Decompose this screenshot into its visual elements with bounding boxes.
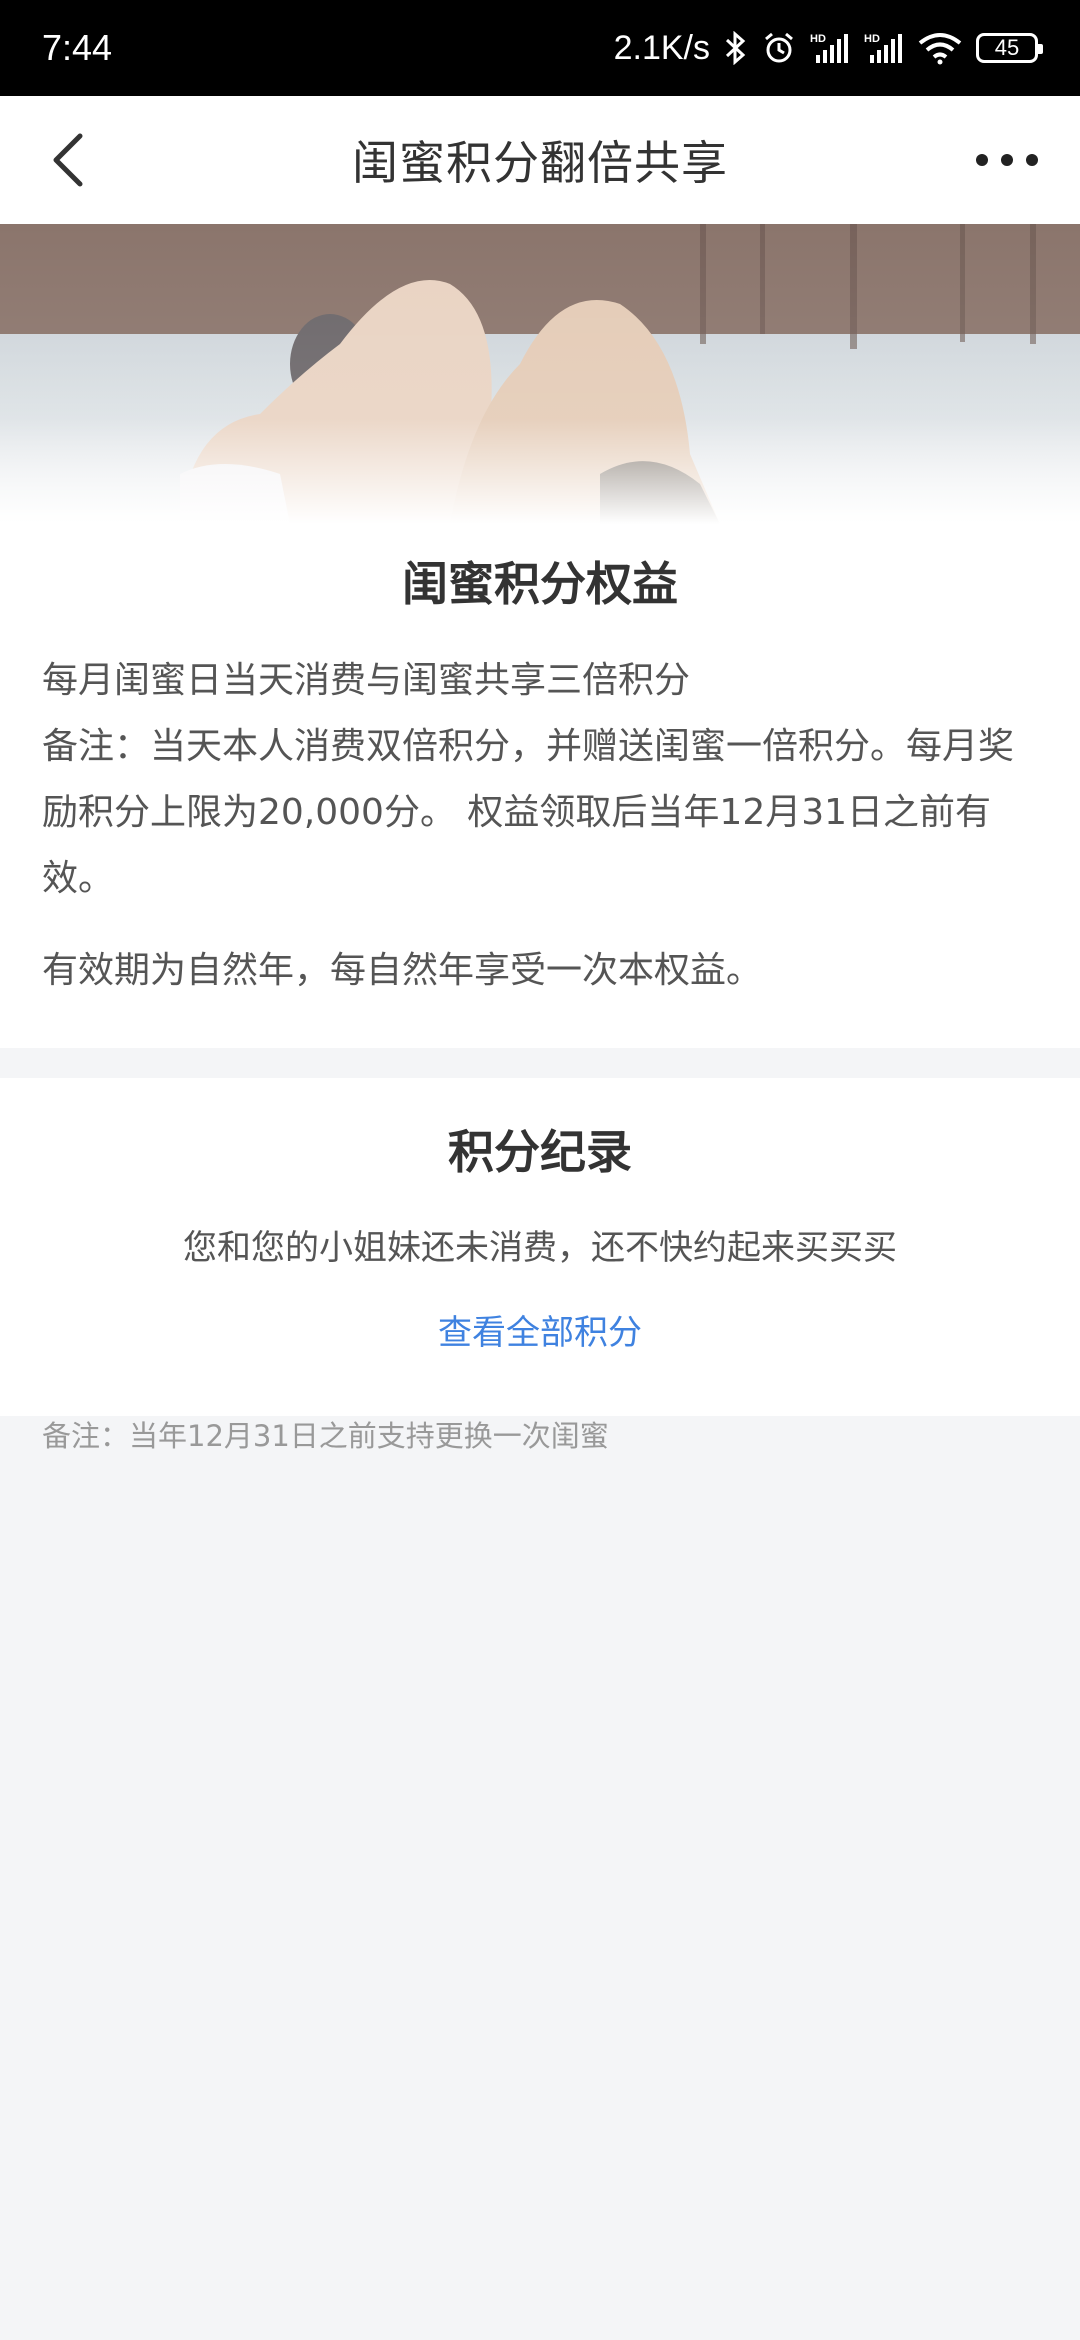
records-empty-text: 您和您的小姐妹还未消费，还不快约起来买买买 (183, 1228, 897, 1268)
benefit-description: 每月闺蜜日当天消费与闺蜜共享三倍积分 备注：当天本人消费双倍积分，并赠送闺蜜一倍… (42, 648, 1038, 912)
section-divider (0, 1048, 1080, 1078)
nav-bar: 闺蜜积分翻倍共享 (0, 96, 1080, 224)
status-bar: 7:44 2.1K/s HD HD 45 (0, 0, 1080, 96)
signal-hd-icon: HD (810, 31, 850, 65)
network-speed: 2.1K/s (613, 28, 710, 67)
benefit-validity: 有效期为自然年，每自然年享受一次本权益。 (42, 950, 763, 991)
chevron-left-icon[interactable] (40, 128, 100, 192)
benefits-card: 闺蜜积分权益 每月闺蜜日当天消费与闺蜜共享三倍积分 备注：当天本人消费双倍积分，… (0, 524, 1080, 1048)
hero-banner-image (0, 224, 1080, 524)
svg-text:HD: HD (864, 33, 880, 45)
svg-text:HD: HD (810, 33, 826, 45)
view-all-points-link[interactable]: 查看全部积分 (42, 1305, 1038, 1354)
records-title: 积分纪录 (448, 1125, 632, 1179)
alarm-icon (762, 31, 796, 65)
battery-icon: 45 (976, 33, 1043, 63)
benefit-line-1: 每月闺蜜日当天消费与闺蜜共享三倍积分 (42, 660, 691, 701)
wifi-icon (918, 31, 962, 65)
footer-note: 备注：当年12月31日之前支持更换一次闺蜜 (42, 1419, 609, 1453)
signal-hd-icon: HD (864, 31, 904, 65)
benefit-line-2: 备注：当天本人消费双倍积分，并赠送闺蜜一倍积分。每月奖励积分上限为20,000分… (42, 726, 1015, 899)
page-title: 闺蜜积分翻倍共享 (352, 136, 728, 190)
benefits-title: 闺蜜积分权益 (402, 557, 678, 611)
more-horizontal-icon[interactable] (974, 150, 1040, 170)
bluetooth-icon (724, 31, 748, 65)
status-time: 7:44 (42, 27, 113, 68)
status-icons: 2.1K/s HD HD 45 (613, 28, 1043, 68)
records-card: 积分纪录 您和您的小姐妹还未消费，还不快约起来买买买 查看全部积分 (0, 1078, 1080, 1416)
